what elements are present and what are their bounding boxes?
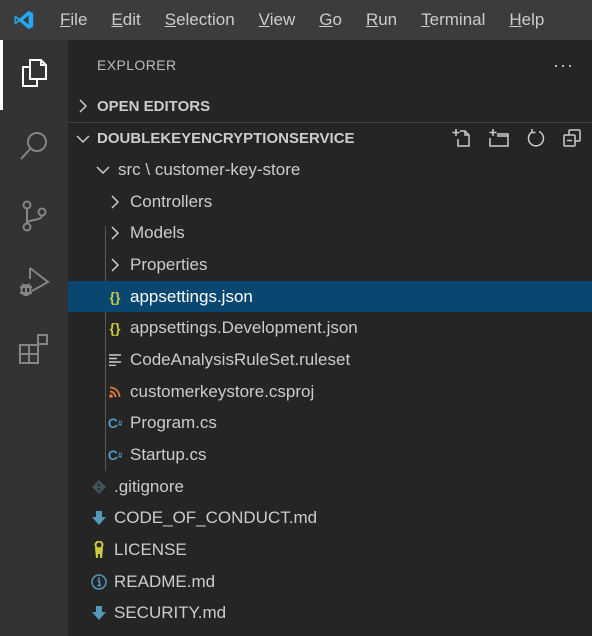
markdown-download-icon xyxy=(88,606,110,621)
file-label: Startup.cs xyxy=(130,445,207,465)
json-icon: {} xyxy=(109,288,121,305)
folder-controllers[interactable]: Controllers xyxy=(68,186,592,218)
file-label: Program.cs xyxy=(130,413,217,433)
info-icon xyxy=(88,574,110,590)
explorer-sidebar: EXPLORER ··· OPEN EDITORS DOUBLEKEYENCRY… xyxy=(68,40,592,636)
file-label: CODE_OF_CONDUCT.md xyxy=(114,508,318,528)
explorer-title: EXPLORER xyxy=(97,57,177,73)
folder-src-customer-key-store[interactable]: src \ customer-key-store xyxy=(68,154,592,186)
title-bar: File Edit Selection View Go Run Terminal… xyxy=(0,0,592,40)
activity-run-debug[interactable] xyxy=(0,250,68,318)
open-editors-section[interactable]: OPEN EDITORS xyxy=(68,90,592,122)
chevron-right-icon xyxy=(68,99,97,113)
menu-run[interactable]: Run xyxy=(354,0,409,40)
activity-bar xyxy=(0,40,68,636)
menu-selection[interactable]: Selection xyxy=(153,0,247,40)
run-debug-icon xyxy=(16,265,52,304)
file-startup-cs[interactable]: C # Startup.cs xyxy=(68,439,592,471)
new-file-icon[interactable] xyxy=(452,128,472,148)
explorer-icon xyxy=(17,56,51,95)
file-label: appsettings.json xyxy=(130,286,253,306)
file-appsettings-json[interactable]: {} appsettings.json xyxy=(68,280,592,313)
chevron-down-icon xyxy=(92,164,114,176)
file-label: appsettings.Development.json xyxy=(130,318,358,338)
folder-label: Controllers xyxy=(130,191,213,211)
activity-extensions[interactable] xyxy=(0,318,68,384)
file-customerkeystore-csproj[interactable]: customerkeystore.csproj xyxy=(68,376,592,408)
new-folder-icon[interactable] xyxy=(488,128,510,148)
file-label: SECURITY.md xyxy=(114,603,227,623)
file-label: CodeAnalysisRuleSet.ruleset xyxy=(130,349,351,369)
file-label: README.md xyxy=(114,571,216,591)
json-icon: {} xyxy=(109,320,121,337)
file-license[interactable]: LICENSE xyxy=(68,534,592,566)
file-program-cs[interactable]: C # Program.cs xyxy=(68,408,592,440)
vscode-logo-icon xyxy=(0,0,48,40)
rss-icon xyxy=(104,386,126,398)
file-gitignore[interactable]: .gitignore xyxy=(68,471,592,503)
csharp-icon: C # xyxy=(107,447,123,464)
file-label: LICENSE xyxy=(114,540,187,560)
menu-terminal[interactable]: Terminal xyxy=(409,0,497,40)
chevron-right-icon xyxy=(104,226,126,240)
search-icon xyxy=(17,129,51,168)
chevron-right-icon xyxy=(104,195,126,209)
menu-bar: File Edit Selection View Go Run Terminal… xyxy=(48,0,556,40)
workspace-section[interactable]: DOUBLEKEYENCRYPTIONSERVICE xyxy=(68,122,592,154)
menu-view[interactable]: View xyxy=(247,0,308,40)
text-lines-icon xyxy=(104,354,126,366)
menu-help[interactable]: Help xyxy=(497,0,556,40)
file-code-of-conduct-md[interactable]: CODE_OF_CONDUCT.md xyxy=(68,503,592,535)
git-icon xyxy=(88,479,110,494)
folder-label: Models xyxy=(130,223,185,243)
menu-go[interactable]: Go xyxy=(307,0,354,40)
file-security-md[interactable]: SECURITY.md xyxy=(68,598,592,630)
open-editors-label: OPEN EDITORS xyxy=(97,97,211,115)
file-label: .gitignore xyxy=(114,476,184,496)
activity-search[interactable] xyxy=(0,110,68,186)
folder-properties[interactable]: Properties xyxy=(68,249,592,281)
markdown-download-icon xyxy=(88,511,110,526)
file-label: customerkeystore.csproj xyxy=(130,381,315,401)
activity-explorer[interactable] xyxy=(0,40,68,110)
file-readme-md[interactable]: README.md xyxy=(68,566,592,598)
csharp-icon: C # xyxy=(107,415,123,432)
file-appsettings-development-json[interactable]: {} appsettings.Development.json xyxy=(68,312,592,344)
workspace-label: DOUBLEKEYENCRYPTIONSERVICE xyxy=(97,130,355,147)
menu-file[interactable]: File xyxy=(48,0,99,40)
menu-edit[interactable]: Edit xyxy=(99,0,152,40)
collapse-all-icon[interactable] xyxy=(562,128,582,148)
chevron-down-icon xyxy=(68,133,97,145)
more-actions-button[interactable]: ··· xyxy=(553,55,574,76)
refresh-icon[interactable] xyxy=(526,128,546,148)
activity-source-control[interactable] xyxy=(0,186,68,250)
folder-models[interactable]: Models xyxy=(68,217,592,249)
workspace-actions xyxy=(452,123,582,153)
explorer-header: EXPLORER ··· xyxy=(68,40,592,90)
file-codeanalysisruleset[interactable]: CodeAnalysisRuleSet.ruleset xyxy=(68,344,592,376)
folder-label: Properties xyxy=(130,254,208,274)
source-control-icon xyxy=(19,199,49,238)
extensions-icon xyxy=(17,332,51,371)
license-key-icon xyxy=(88,541,110,559)
chevron-right-icon xyxy=(104,258,126,272)
folder-label: src \ customer-key-store xyxy=(118,159,301,179)
